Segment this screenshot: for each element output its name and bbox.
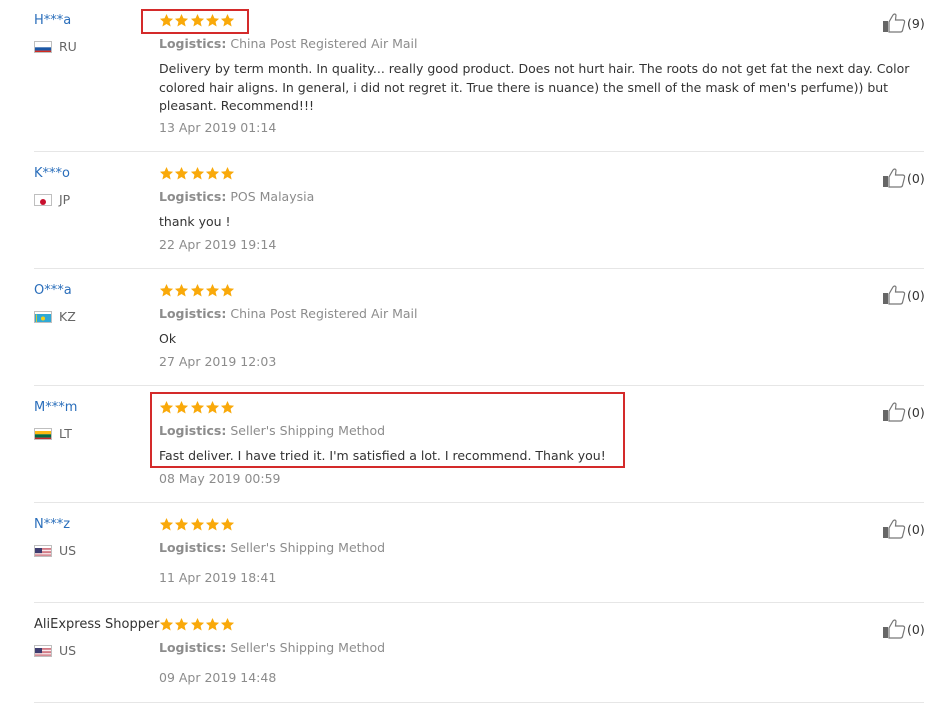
helpful-count: (0) (907, 288, 925, 303)
review-item: M***m LT Logistics: Seller's Shipping Metho… (0, 386, 947, 503)
star-icon (174, 283, 189, 298)
star-icon (220, 517, 235, 532)
star-icon (205, 517, 220, 532)
star-icon (190, 166, 205, 181)
logistics-method: POS Malaysia (230, 189, 315, 204)
star-icon (220, 166, 235, 181)
star-icon (205, 283, 220, 298)
helpful-count: (0) (907, 522, 925, 537)
logistics-method: Seller's Shipping Method (230, 640, 386, 655)
star-icon (205, 166, 220, 181)
logistics-info: Logistics: China Post Registered Air Mail (159, 36, 417, 51)
flag-icon (34, 645, 52, 657)
reviewer-name[interactable]: O***a (34, 283, 72, 298)
review-text: thank you ! (159, 214, 231, 229)
highlight-box (150, 392, 625, 468)
logistics-method: China Post Registered Air Mail (230, 306, 418, 321)
reviewer-name[interactable]: K***o (34, 166, 70, 181)
helpful-button[interactable]: (0) (882, 285, 942, 307)
reviewer-name[interactable]: N***z (34, 517, 70, 532)
star-icon (174, 517, 189, 532)
helpful-button[interactable]: (0) (882, 619, 942, 641)
star-rating (159, 166, 235, 182)
star-icon (159, 283, 174, 298)
logistics-label: Logistics: (159, 189, 227, 204)
reviewer-name: AliExpress Shopper (34, 617, 160, 632)
logistics-label: Logistics: (159, 540, 227, 555)
star-icon (174, 617, 189, 632)
logistics-method: Seller's Shipping Method (230, 540, 386, 555)
star-icon (159, 617, 174, 632)
logistics-info: Logistics: Seller's Shipping Method (159, 540, 385, 555)
country-code: JP (59, 192, 71, 207)
flag-icon (34, 41, 52, 53)
helpful-button[interactable]: (0) (882, 402, 942, 424)
logistics-info: Logistics: POS Malaysia (159, 189, 314, 204)
helpful-button[interactable]: (0) (882, 168, 942, 190)
review-item: H***a RU Logistics: China Post Registered A… (0, 0, 947, 152)
logistics-info: Logistics: Seller's Shipping Method (159, 640, 385, 655)
star-icon (220, 617, 235, 632)
review-date: 22 Apr 2019 19:14 (159, 237, 277, 252)
star-icon (159, 517, 174, 532)
reviewer-name[interactable]: H***a (34, 13, 71, 28)
country-code: RU (59, 39, 77, 54)
review-date: 27 Apr 2019 12:03 (159, 354, 277, 369)
star-rating (159, 517, 235, 533)
review-item: AliExpress Shopper US Logistics: Seller's S… (0, 603, 947, 703)
logistics-label: Logistics: (159, 36, 227, 51)
logistics-method: China Post Registered Air Mail (230, 36, 418, 51)
country-code: KZ (59, 309, 76, 324)
review-item: O***a KZ Logistics: China Post Registered A… (0, 269, 947, 386)
star-rating (159, 617, 235, 633)
logistics-label: Logistics: (159, 640, 227, 655)
country-code: LT (59, 426, 72, 441)
helpful-count: (0) (907, 622, 925, 637)
review-date: 13 Apr 2019 01:14 (159, 120, 277, 135)
review-text: Delivery by term month. In quality... re… (159, 61, 910, 113)
review-date: 09 Apr 2019 14:48 (159, 670, 277, 685)
star-icon (190, 283, 205, 298)
star-rating (159, 283, 235, 299)
star-icon (190, 617, 205, 632)
review-date: 11 Apr 2019 18:41 (159, 570, 277, 585)
logistics-label: Logistics: (159, 306, 227, 321)
review-item: K***o JP Logistics: POS Malaysia thank you !… (0, 152, 947, 269)
star-icon (174, 166, 189, 181)
flag-icon (34, 311, 52, 323)
country-code: US (59, 543, 77, 558)
helpful-button[interactable]: (0) (882, 519, 942, 541)
review-date: 08 May 2019 00:59 (159, 471, 281, 486)
flag-icon (34, 428, 52, 440)
flag-icon (34, 194, 52, 206)
helpful-count: (0) (907, 405, 925, 420)
review-item: N***z US Logistics: Seller's Shipping Metho… (0, 503, 947, 603)
review-text: Ok (159, 331, 177, 346)
star-icon (220, 283, 235, 298)
star-icon (205, 617, 220, 632)
helpful-count: (0) (907, 171, 925, 186)
star-icon (190, 517, 205, 532)
country-code: US (59, 643, 77, 658)
flag-icon (34, 545, 52, 557)
reviewer-name[interactable]: M***m (34, 400, 77, 415)
logistics-info: Logistics: China Post Registered Air Mail (159, 306, 417, 321)
helpful-count: (9) (907, 16, 925, 31)
star-icon (159, 166, 174, 181)
highlight-box (141, 9, 249, 34)
helpful-button[interactable]: (9) (882, 13, 942, 35)
